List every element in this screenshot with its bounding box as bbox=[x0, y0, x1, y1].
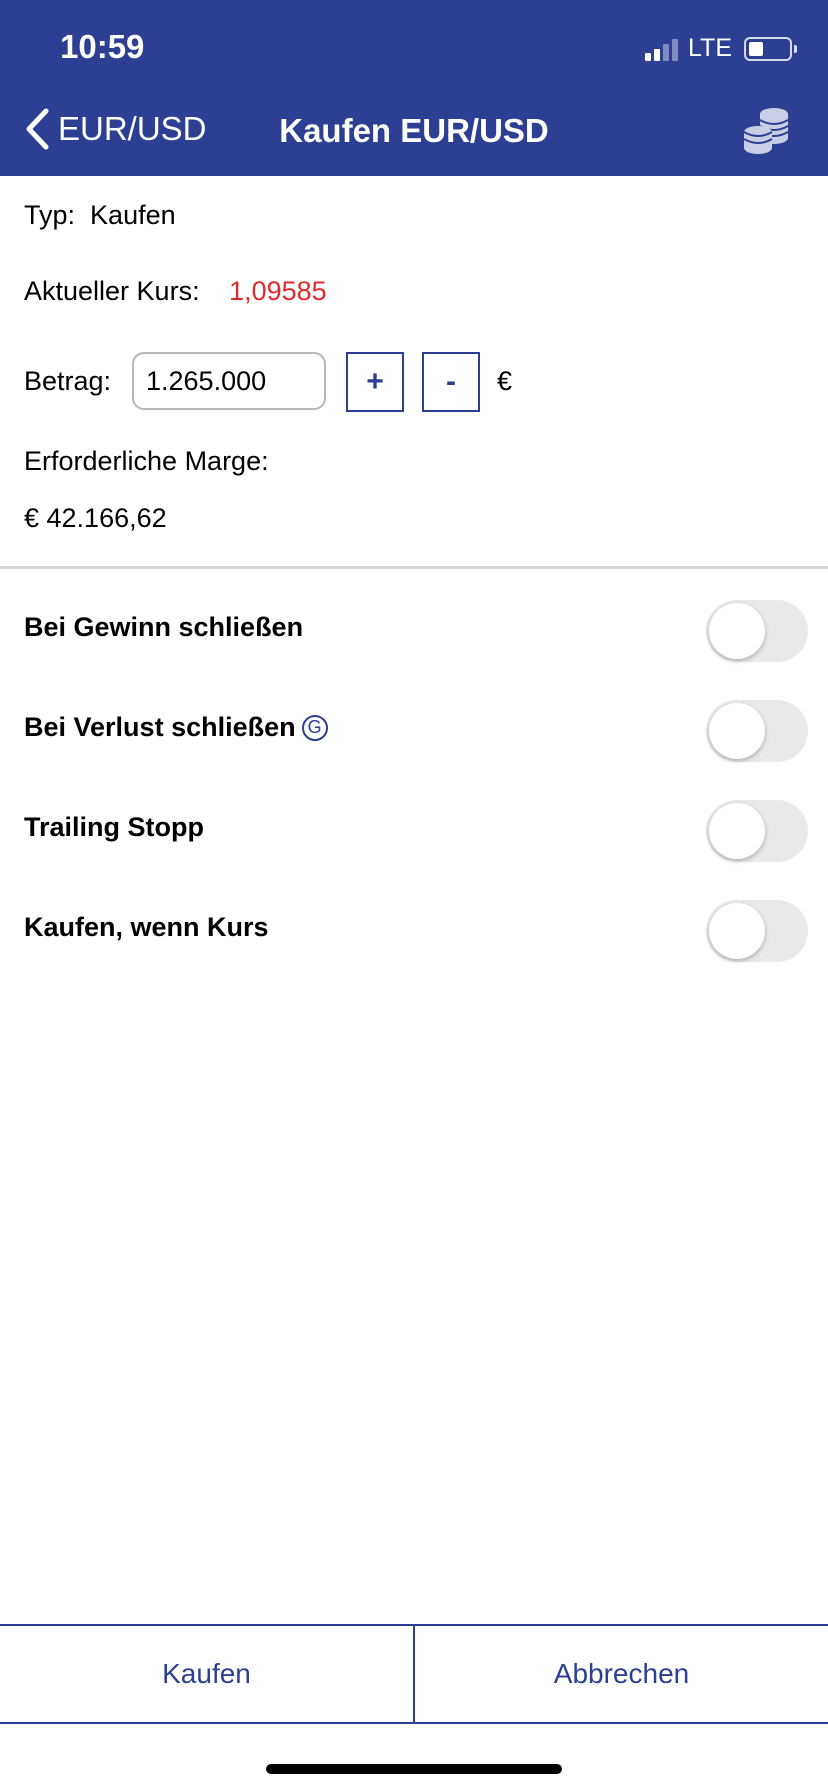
type-value: Kaufen bbox=[90, 200, 176, 230]
guaranteed-info-icon[interactable]: G bbox=[301, 714, 328, 741]
buy-button[interactable]: Kaufen bbox=[0, 1626, 415, 1722]
amount-label: Betrag: bbox=[24, 366, 112, 396]
trailing-stop-toggle[interactable] bbox=[706, 800, 808, 862]
stop-loss-toggle[interactable] bbox=[706, 700, 808, 762]
rate-value: 1,09585 bbox=[229, 276, 327, 306]
type-label: Typ: bbox=[24, 200, 76, 230]
rate-row: Aktueller Kurs: 1,09585 bbox=[24, 276, 327, 307]
take-profit-toggle[interactable] bbox=[706, 600, 808, 662]
margin-value: € 42.166,62 bbox=[24, 503, 167, 533]
increment-button[interactable]: + bbox=[346, 352, 404, 412]
amount-input[interactable] bbox=[132, 352, 326, 410]
home-indicator[interactable] bbox=[266, 1764, 562, 1774]
option-label-wrap: Bei Verlust schließen G bbox=[24, 712, 328, 743]
status-indicators: LTE bbox=[645, 34, 797, 63]
cancel-button[interactable]: Abbrechen bbox=[415, 1626, 828, 1722]
action-bar: Kaufen Abbrechen bbox=[0, 1624, 828, 1724]
option-trailing-stop: Trailing Stopp bbox=[0, 790, 828, 870]
decrement-button[interactable]: - bbox=[422, 352, 480, 412]
option-label: Kaufen, wenn Kurs bbox=[24, 912, 269, 942]
currency-symbol: € bbox=[497, 366, 513, 396]
network-label: LTE bbox=[688, 34, 732, 62]
page-title: Kaufen EUR/USD bbox=[279, 112, 549, 149]
margin-label: Erforderliche Marge: bbox=[24, 446, 269, 476]
option-take-profit: Bei Gewinn schließen bbox=[0, 590, 828, 670]
order-screen: 10:59 LTE EUR/USD Kaufen EUR/USD Typ: Ka… bbox=[0, 0, 828, 1792]
coins-stack-icon bbox=[743, 108, 789, 154]
rate-label: Aktueller Kurs: bbox=[24, 276, 200, 306]
signal-icon bbox=[645, 37, 678, 61]
option-label: Trailing Stopp bbox=[24, 812, 204, 842]
option-label: Bei Verlust schließen bbox=[24, 712, 296, 742]
option-buy-when-rate: Kaufen, wenn Kurs bbox=[0, 890, 828, 970]
status-time: 10:59 bbox=[60, 28, 145, 65]
section-divider bbox=[0, 566, 828, 569]
battery-icon bbox=[744, 36, 797, 61]
type-row: Typ: Kaufen bbox=[24, 200, 176, 231]
option-label: Bei Gewinn schließen bbox=[24, 612, 304, 642]
header: 10:59 LTE EUR/USD Kaufen EUR/USD bbox=[0, 0, 828, 176]
buy-when-rate-toggle[interactable] bbox=[706, 900, 808, 962]
option-stop-loss: Bei Verlust schließen G bbox=[0, 690, 828, 770]
coins-button[interactable] bbox=[740, 106, 792, 156]
